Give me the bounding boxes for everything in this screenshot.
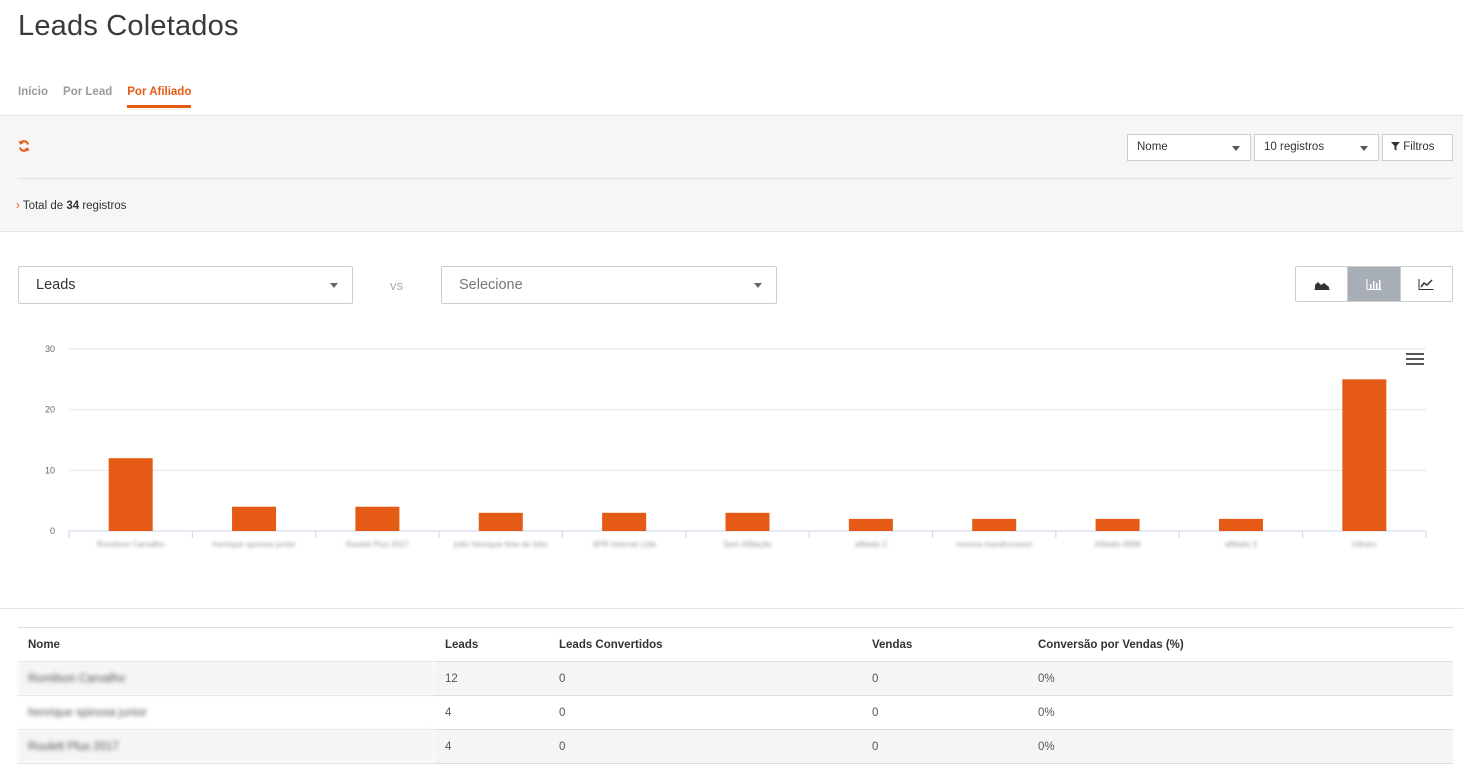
y-tick-label: 0 [50, 526, 55, 536]
bar [1218, 518, 1263, 531]
bar [355, 506, 400, 531]
chart-menu-icon[interactable] [1406, 353, 1424, 368]
page-title: Leads Coletados [18, 10, 239, 42]
divider [0, 608, 1463, 609]
table-row[interactable]: Romilson Carvalho 12 0 0 0% [18, 661, 1453, 696]
x-tick-label: Afiliado 9999 [1094, 540, 1141, 549]
bar [725, 512, 770, 531]
chart-type-switcher [1295, 266, 1453, 302]
affiliate-table: Nome Leads Leads Convertidos Vendas Conv… [18, 627, 1453, 764]
cell-leads-convertidos: 0 [549, 729, 862, 764]
bar [478, 512, 523, 531]
cell-leads: 4 [435, 695, 549, 730]
column-header-conversao[interactable]: Conversão por Vendas (%) [1028, 627, 1453, 662]
bar [972, 518, 1017, 531]
sort-select[interactable]: Nome [1127, 134, 1251, 161]
sort-select-value: Nome [1137, 141, 1168, 153]
bar [602, 512, 647, 531]
chevron-down-icon [754, 283, 762, 288]
x-tick-label: monica mandrucasso [956, 540, 1033, 549]
table-row[interactable]: Roulett Plus 2017 4 0 0 0% [18, 729, 1453, 764]
bar [108, 458, 153, 531]
divider [18, 178, 1453, 179]
cell-leads-convertidos: 0 [549, 695, 862, 730]
x-tick-label: SPR Internet Ltda [592, 540, 656, 549]
cell-nome: Roulett Plus 2017 [18, 729, 435, 764]
metric-select-value: Leads [36, 277, 76, 293]
total-prefix: Total de [22, 200, 64, 212]
chevron-down-icon [1360, 146, 1368, 151]
line-chart-icon [1418, 279, 1434, 290]
total-count: 34 [66, 200, 80, 212]
cell-leads: 4 [435, 729, 549, 764]
column-header-leads[interactable]: Leads [435, 627, 549, 662]
refresh-icon[interactable] [18, 140, 30, 155]
cell-conversao: 0% [1028, 661, 1453, 696]
y-tick-label: 10 [45, 465, 55, 475]
column-header-leads-convertidos[interactable]: Leads Convertidos [549, 627, 862, 662]
y-tick-label: 20 [45, 405, 55, 415]
filters-button[interactable]: Filtros [1382, 134, 1453, 161]
area-chart-button[interactable] [1296, 267, 1349, 301]
bar [1095, 518, 1140, 531]
bar-chart-svg: 0 10 20 30 Romilson Carvalho henrique spinosa… [45, 344, 1427, 549]
filters-label: Filtros [1403, 141, 1435, 153]
x-tick-label: Others [1352, 540, 1376, 549]
chevron-down-icon [1232, 146, 1240, 151]
tab-bar: Início Por Lead Por Afiliado [18, 86, 192, 108]
toolbar-panel: Nome 10 registros Filtros › Total de 34 … [0, 115, 1463, 232]
area-chart-icon [1314, 282, 1330, 290]
x-tick-label: Romilson Carvalho [97, 540, 165, 549]
bar-chart-button[interactable] [1348, 267, 1401, 301]
page-size-select-value: 10 registros [1264, 141, 1325, 153]
column-header-vendas[interactable]: Vendas [862, 627, 1028, 662]
refresh-icon-svg [18, 140, 30, 152]
bar [232, 506, 277, 531]
y-tick-label: 30 [45, 344, 55, 354]
tab-por-afiliado[interactable]: Por Afiliado [127, 86, 192, 108]
tab-por-lead[interactable]: Por Lead [63, 86, 112, 108]
x-tick-label: afiliado 3 [1225, 540, 1258, 549]
table-row[interactable]: henrique spinosa junior 4 0 0 0% [18, 695, 1453, 730]
x-tick-label: henrique spinosa junior [213, 540, 296, 549]
x-tick-label: joão henrique lima de lobo [453, 540, 548, 549]
cell-conversao: 0% [1028, 729, 1453, 764]
vs-label: vs [390, 278, 403, 293]
x-tick-label: afiliado 2 [855, 540, 888, 549]
compare-select[interactable]: Selecione [441, 266, 777, 304]
metric-select[interactable]: Leads [18, 266, 353, 304]
x-tick-label: Sem Afiliação [723, 540, 772, 549]
tab-inicio[interactable]: Início [18, 86, 48, 108]
cell-vendas: 0 [862, 695, 1028, 730]
x-tick-label: Roulett Plus 2017 [346, 540, 410, 549]
cell-vendas: 0 [862, 729, 1028, 764]
cell-conversao: 0% [1028, 695, 1453, 730]
cell-leads-convertidos: 0 [549, 661, 862, 696]
table-header-row: Nome Leads Leads Convertidos Vendas Conv… [18, 627, 1453, 662]
bar [848, 518, 893, 531]
bar-chart-icon [1366, 279, 1382, 290]
total-suffix: registros [82, 200, 127, 212]
compare-select-value: Selecione [459, 277, 523, 293]
column-header-nome[interactable]: Nome [18, 627, 435, 662]
filter-icon [1391, 142, 1400, 151]
cell-vendas: 0 [862, 661, 1028, 696]
bar-chart: 0 10 20 30 Romilson Carvalho henrique spinosa… [0, 335, 1463, 570]
cell-nome: henrique spinosa junior [18, 695, 435, 730]
line-chart-button[interactable] [1401, 267, 1452, 301]
cell-leads: 12 [435, 661, 549, 696]
page-size-select[interactable]: 10 registros [1254, 134, 1379, 161]
total-records: › Total de 34 registros [16, 200, 126, 212]
chevron-down-icon [330, 283, 338, 288]
cell-nome: Romilson Carvalho [18, 661, 435, 696]
chevron-right-icon: › [16, 200, 20, 212]
bar [1342, 379, 1387, 531]
